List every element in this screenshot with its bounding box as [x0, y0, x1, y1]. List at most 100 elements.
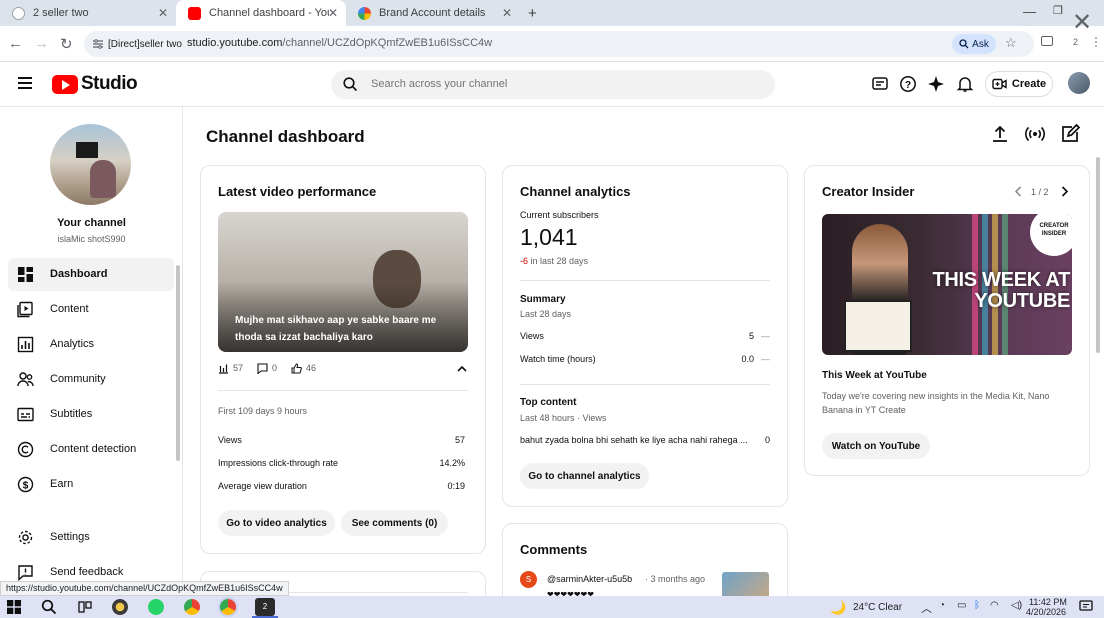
subscribers-label: Current subscribers — [520, 210, 599, 220]
search-input[interactable] — [371, 75, 751, 93]
notifications-bell-icon[interactable] — [956, 75, 974, 93]
volume-icon[interactable]: ◁) — [1011, 600, 1022, 611]
watch-on-youtube-button[interactable]: Watch on YouTube — [822, 433, 930, 459]
top-content-item[interactable]: bahut zyada bolna bhi sehath ke liye ach… — [520, 435, 756, 445]
close-tab-icon[interactable]: ✕ — [158, 6, 168, 20]
metric-label: Watch time (hours) — [520, 354, 596, 364]
chrome-icon[interactable] — [184, 599, 200, 615]
sidebar-scrollbar[interactable] — [176, 265, 180, 461]
sparkle-icon[interactable] — [927, 75, 945, 93]
card-title: Creator Insider — [822, 184, 915, 199]
site-info-chip[interactable]: [Direct]seller two — [92, 35, 182, 53]
reload-icon[interactable]: ↻ — [60, 35, 73, 53]
sidebar-item-label: Subtitles — [50, 408, 93, 420]
chrome-badge-icon[interactable]: 2 — [255, 598, 275, 616]
comment-author[interactable]: @sarminAkter-u5u5b — [547, 574, 632, 584]
svg-text:$: $ — [23, 480, 29, 491]
sidebar-item-community[interactable]: Community — [8, 363, 174, 396]
feedback-icon — [18, 565, 33, 581]
gear-icon — [18, 530, 33, 545]
close-icon[interactable]: ✕ — [1072, 8, 1092, 37]
chevron-up-icon[interactable] — [457, 365, 467, 373]
clock-date[interactable]: 4/20/2026 — [1026, 607, 1066, 617]
url-host: studio.youtube.com — [187, 37, 283, 49]
more-menu-icon[interactable]: ⋮ — [1090, 35, 1102, 49]
video-stats: 57 0 46 — [218, 363, 316, 375]
sidebar-item-label: Dashboard — [50, 268, 108, 280]
bookmark-star-icon[interactable]: ☆ — [1005, 35, 1017, 51]
commenter-avatar[interactable]: S — [520, 571, 537, 588]
battery-icon[interactable]: ▭ — [957, 600, 966, 611]
go-to-channel-analytics-button[interactable]: Go to channel analytics — [520, 463, 649, 489]
chevron-left-icon[interactable] — [1014, 186, 1022, 197]
sidebar-item-analytics[interactable]: Analytics — [8, 328, 174, 361]
ask-button[interactable]: Ask — [952, 34, 996, 54]
close-tab-icon[interactable]: ✕ — [502, 6, 512, 20]
earn-icon: $ — [17, 476, 34, 493]
google-icon — [358, 6, 371, 20]
video-thumbnail[interactable]: Mujhe mat sikhavo aap ye sabke baare me … — [218, 212, 468, 352]
edit-icon[interactable] — [1059, 123, 1081, 145]
channel-avatar[interactable] — [50, 124, 131, 205]
pager-label: 1 / 2 — [1031, 187, 1049, 197]
tune-icon — [93, 39, 103, 49]
main-scrollbar[interactable] — [1096, 157, 1100, 353]
top-content-title: Top content — [520, 397, 577, 408]
windows-start-icon[interactable] — [7, 600, 21, 614]
latest-video-card: Latest video performance Mujhe mat sikha… — [200, 165, 486, 554]
chevron-right-icon[interactable] — [1061, 186, 1069, 197]
sidebar-item-earn[interactable]: $ Earn — [8, 468, 174, 501]
maximize-icon[interactable]: ❐ — [1053, 4, 1063, 17]
help-icon[interactable]: ? — [899, 75, 917, 93]
tab-brand-account[interactable]: Brand Account details ✕ — [346, 0, 520, 26]
notifications-icon[interactable] — [1079, 600, 1093, 613]
sidebar-item-content[interactable]: Content — [8, 293, 174, 326]
sidebar-item-settings[interactable]: Settings — [8, 521, 174, 554]
tab-channel-dashboard[interactable]: Channel dashboard - YouTube ✕ — [176, 0, 346, 26]
browser-tab-strip: 2 seller two ✕ Channel dashboard - YouTu… — [0, 0, 1104, 26]
tab-seller-two[interactable]: 2 seller two ✕ — [0, 0, 176, 26]
back-icon[interactable]: ← — [8, 35, 23, 52]
weather-text[interactable]: 24°C Clear — [853, 602, 902, 613]
create-button[interactable]: Create — [985, 71, 1053, 97]
metric-value: 14.2% — [439, 458, 465, 468]
chrome-profile-icon[interactable] — [220, 599, 236, 615]
go-to-video-analytics-button[interactable]: Go to video analytics — [218, 510, 335, 536]
card-title: Latest video performance — [218, 184, 377, 199]
summary-title: Summary — [520, 294, 566, 305]
menu-icon[interactable] — [18, 77, 32, 89]
tab-search-icon[interactable] — [1041, 36, 1053, 46]
chevron-up-icon[interactable]: ︿ — [921, 600, 932, 616]
profile-count[interactable]: 2 — [1073, 37, 1078, 47]
thumbnail-title: THIS WEEK AT YOUTUBE — [932, 269, 1070, 312]
channel-search[interactable] — [331, 70, 775, 99]
feedback-chat-icon[interactable] — [871, 75, 889, 93]
search-icon[interactable] — [41, 599, 57, 615]
sidebar-item-subtitles[interactable]: Subtitles — [8, 398, 174, 431]
account-avatar[interactable] — [1068, 72, 1090, 94]
forward-icon[interactable]: → — [34, 35, 49, 52]
omnibox[interactable]: [Direct]seller two studio.youtube.com/ch… — [84, 31, 1034, 57]
subscribers-count: 1,041 — [520, 224, 578, 250]
whatsapp-icon[interactable] — [148, 599, 164, 615]
go-live-icon[interactable] — [1024, 123, 1046, 145]
see-comments-button[interactable]: See comments (0) — [341, 510, 448, 536]
url-text[interactable]: studio.youtube.com/channel/UCZdOpKQmfZwE… — [187, 37, 492, 49]
wifi-icon[interactable]: ◠ — [990, 600, 999, 611]
clock-time[interactable]: 11:42 PM — [1029, 597, 1067, 607]
sidebar-item-dashboard[interactable]: Dashboard — [8, 258, 174, 291]
app-icon[interactable] — [112, 599, 128, 615]
sidebar-item-content-detection[interactable]: Content detection — [8, 433, 174, 466]
task-view-icon[interactable] — [77, 599, 93, 615]
close-tab-icon[interactable]: ✕ — [328, 6, 338, 20]
upload-icon[interactable] — [989, 123, 1011, 145]
metric-value: 0.0 — [741, 354, 754, 364]
new-tab-button[interactable]: + — [520, 0, 546, 26]
network-icon[interactable]: ◔ — [939, 600, 945, 611]
video-title[interactable]: This Week at YouTube — [822, 370, 927, 381]
creator-insider-thumbnail[interactable]: THIS WEEK AT YOUTUBE CREATOR INSIDER — [822, 214, 1072, 355]
studio-logo[interactable]: Studio — [52, 73, 138, 95]
comment-video-thumbnail[interactable] — [722, 572, 769, 596]
minimize-icon[interactable]: — — [1023, 4, 1036, 19]
bluetooth-icon[interactable]: ᛒ — [974, 600, 980, 611]
